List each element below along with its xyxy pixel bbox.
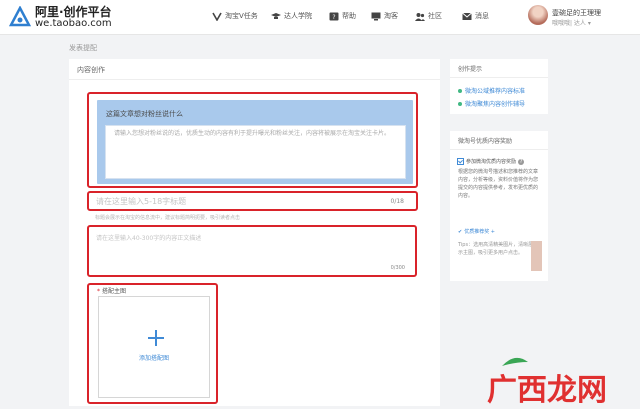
creation-tips-card: 创作提示 微淘公域推荐内容标准 微淘聚焦内容创作辅导 (450, 59, 548, 114)
nav-label: 消息 (475, 12, 489, 20)
nav-item-v-task[interactable]: 淘宝V任务 (212, 11, 258, 21)
activity-footer: Tips：选用高清精美图片，清晰展示主图，吸引更多用户点击。 (458, 242, 534, 256)
activity-checkbox-row[interactable]: 参加微淘优质内容奖励 ? (457, 158, 525, 165)
mail-icon (462, 12, 472, 20)
avatar[interactable] (528, 5, 548, 25)
activity-description: 根据您的微淘号描述和您推荐的文章内容，分析等级，资料价值将作为您提交的内容提供参… (458, 169, 539, 199)
side-card-header: 创作提示 (450, 59, 548, 78)
tips-link[interactable]: 微淘公域推荐内容标准 (458, 86, 525, 95)
nav-label: 淘客 (384, 12, 398, 20)
activity-reward-card: 微淘号优质内容奖励 参加微淘优质内容奖励 ? 根据您的微淘号描述和您推荐的文章内… (450, 131, 548, 281)
monitor-icon (371, 12, 381, 20)
tips-link-label: 微淘公域推荐内容标准 (465, 88, 526, 95)
v-icon (212, 12, 222, 21)
help-icon: ? (329, 12, 339, 21)
chevron-down-icon: ▾ (587, 20, 591, 27)
users-icon (415, 12, 425, 21)
user-name[interactable]: 壹碗足的王理理 (552, 8, 601, 18)
nav-label: 社区 (428, 12, 442, 20)
checkbox[interactable] (457, 158, 464, 165)
thumbnail-image (531, 241, 542, 271)
user-role-label: 哦哦哦| 达人 (552, 20, 586, 27)
check-circle-icon: ✔ (458, 228, 463, 235)
highlight-box-cover (87, 283, 218, 404)
svg-text:?: ? (332, 14, 335, 21)
nav-item-messages[interactable]: 消息 (462, 11, 489, 21)
user-role-dropdown[interactable]: 哦哦哦| 达人 ▾ (552, 18, 591, 27)
bullet-dot-icon (458, 88, 462, 93)
top-navigation-bar: 阿里·创作平台 we.taobao.com 淘宝V任务 达人学院 ? 帮助 淘客… (0, 0, 640, 35)
watermark: 广西龙网 (487, 373, 607, 408)
highlight-box-description (87, 225, 417, 277)
bullet-dot-icon (458, 101, 462, 106)
activity-check-label: 参加微淘优质内容奖励 (466, 159, 517, 165)
tips-link[interactable]: 微淘聚焦内容创作辅导 (458, 99, 525, 108)
nav-item-academy[interactable]: 达人学院 (271, 11, 312, 21)
breadcrumb: 发表提配 (69, 44, 97, 52)
activity-link[interactable]: ✔ 优质推荐奖 + (458, 228, 538, 236)
nav-label: 淘宝V任务 (225, 12, 258, 20)
highlight-box-title (87, 191, 418, 211)
activity-link-label: 优质推荐奖 + (464, 229, 495, 235)
tips-link-label: 微淘聚焦内容创作辅导 (465, 101, 526, 108)
highlight-box-question (87, 92, 418, 188)
nav-item-taoke[interactable]: 淘客 (371, 11, 398, 21)
title-hint: 标题会展示在淘宝的信息流中，建议标题简明扼要，吸引读者点击 (95, 215, 241, 221)
side-card-header: 微淘号优质内容奖励 (450, 131, 548, 150)
activity-title: 微淘号优质内容奖励 (458, 138, 513, 145)
tips-title: 创作提示 (458, 66, 483, 73)
card-title: 内容创作 (77, 66, 105, 74)
logo-icon[interactable] (9, 6, 31, 28)
nav-label: 帮助 (342, 12, 356, 20)
nav-item-help[interactable]: ? 帮助 (329, 11, 356, 21)
question-mark-icon[interactable]: ? (518, 158, 525, 165)
card-header: 内容创作 (69, 59, 440, 80)
graduation-cap-icon (271, 12, 281, 19)
nav-label: 达人学院 (284, 12, 312, 20)
logo-subtitle: we.taobao.com (35, 18, 112, 29)
nav-item-community[interactable]: 社区 (415, 11, 442, 21)
